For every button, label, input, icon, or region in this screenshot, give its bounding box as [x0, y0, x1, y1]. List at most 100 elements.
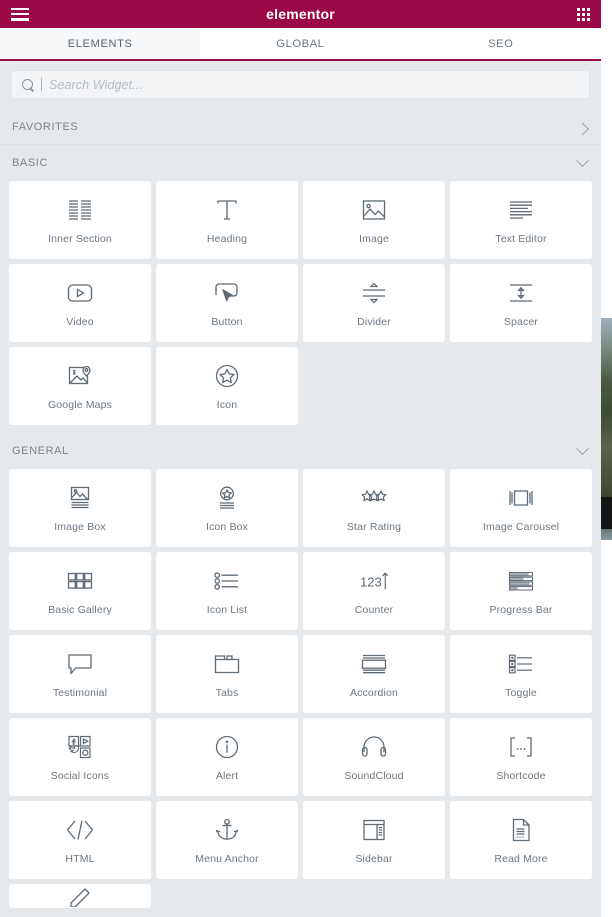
search-input[interactable]: Search Widget... — [11, 70, 590, 99]
widget-card[interactable]: Progress Bar — [450, 552, 592, 630]
section-label-general: GENERAL — [12, 445, 69, 457]
section-header-favorites[interactable]: FAVORITES — [0, 109, 601, 145]
tabs-icon — [212, 650, 242, 678]
accordion-icon — [359, 650, 389, 678]
widget-label: Icon Box — [205, 520, 249, 533]
section-label-basic: BASIC — [12, 157, 49, 169]
widget-label: Image — [359, 232, 389, 245]
widget-label: Star Rating — [346, 520, 402, 533]
page-title: elementor — [266, 6, 335, 22]
widget-label: Inner Section — [48, 232, 112, 245]
widget-card[interactable]: Spacer — [450, 264, 592, 342]
widget-card[interactable]: Social Icons — [9, 718, 151, 796]
read-more-icon — [506, 816, 536, 844]
widget-card[interactable]: Menu Anchor — [156, 801, 298, 879]
widget-label: Google Maps — [47, 398, 113, 411]
widget-card[interactable]: Divider — [303, 264, 445, 342]
apps-grid-icon[interactable] — [577, 7, 590, 21]
widget-card[interactable]: Image Box — [9, 469, 151, 547]
divider-icon — [359, 279, 389, 307]
text-caret — [41, 78, 42, 91]
widget-card[interactable]: Image — [303, 181, 445, 259]
widget-card[interactable]: Google Maps — [9, 347, 151, 425]
widget-card[interactable]: Basic Gallery — [9, 552, 151, 630]
panel-tabs: ELEMENTS GLOBAL SEO — [0, 28, 601, 61]
widget-label: Shortcode — [496, 769, 546, 782]
partial-widget-icon — [65, 884, 95, 908]
widget-label: Accordion — [349, 686, 399, 699]
widget-card[interactable]: Icon — [156, 347, 298, 425]
widget-label: Progress Bar — [489, 603, 553, 616]
widget-label: Testimonial — [52, 686, 108, 699]
widget-card[interactable]: Image Carousel — [450, 469, 592, 547]
heading-icon — [212, 196, 242, 224]
widget-card[interactable]: Video — [9, 264, 151, 342]
tab-seo-label: SEO — [488, 37, 514, 50]
widget-label: Read More — [494, 852, 548, 865]
widget-card[interactable]: Inner Section — [9, 181, 151, 259]
spacer-icon — [506, 279, 536, 307]
widget-card[interactable]: Read More — [450, 801, 592, 879]
panel-scrollbar[interactable] — [608, 63, 612, 917]
widget-card[interactable]: Tabs — [156, 635, 298, 713]
google-maps-icon — [65, 362, 95, 390]
section-header-general[interactable]: GENERAL — [0, 433, 601, 469]
widget-card[interactable]: Shortcode — [450, 718, 592, 796]
widget-card[interactable]: Alert — [156, 718, 298, 796]
image-carousel-icon — [506, 484, 536, 512]
chevron-down-icon — [576, 153, 589, 167]
search-icon — [22, 78, 34, 91]
image-box-icon — [65, 484, 95, 512]
shortcode-icon — [506, 733, 536, 761]
widget-card[interactable]: Toggle — [450, 635, 592, 713]
button-icon — [212, 279, 242, 307]
widget-label: Sidebar — [355, 852, 393, 865]
widget-label: Toggle — [505, 686, 537, 699]
widget-label: Divider — [357, 315, 391, 328]
elementor-widget-panel: elementor ELEMENTS GLOBAL SEO Search Wid… — [0, 0, 601, 917]
widget-card[interactable]: Star Rating — [303, 469, 445, 547]
inner-section-icon — [65, 196, 95, 224]
widget-grid-general: Image Box Icon Box Star Rating Image Car… — [0, 469, 601, 916]
widget-label: Counter — [354, 603, 394, 616]
widget-card[interactable]: Button — [156, 264, 298, 342]
tab-elements-label: ELEMENTS — [67, 37, 133, 50]
widget-card[interactable]: Accordion — [303, 635, 445, 713]
tab-seo[interactable]: SEO — [400, 28, 601, 59]
widget-card[interactable]: Sidebar — [303, 801, 445, 879]
widget-label: Icon — [216, 398, 238, 411]
widget-card[interactable]: SoundCloud — [303, 718, 445, 796]
panel-scroll-area[interactable]: Search Widget... FAVORITES BASIC Inner S… — [0, 61, 601, 917]
alert-icon — [212, 733, 242, 761]
chevron-down-icon — [576, 441, 589, 455]
widget-label: Image Carousel — [482, 520, 560, 533]
widget-label: HTML — [65, 852, 95, 865]
widget-label: SoundCloud — [344, 769, 404, 782]
widget-label: Video — [66, 315, 94, 328]
section-header-basic[interactable]: BASIC — [0, 145, 601, 181]
widget-label: Icon List — [206, 603, 248, 616]
widget-card[interactable]: Icon Box — [156, 469, 298, 547]
chevron-right-icon — [576, 122, 589, 135]
progress-bar-icon — [506, 567, 536, 595]
section-label-favorites: FAVORITES — [12, 121, 79, 133]
tab-global[interactable]: GLOBAL — [200, 28, 401, 59]
image-icon — [359, 196, 389, 224]
grid-filler — [303, 347, 445, 425]
svg-text:123: 123 — [360, 574, 382, 589]
star-rating-icon — [359, 484, 389, 512]
widget-card[interactable]: HTML — [9, 801, 151, 879]
tab-elements[interactable]: ELEMENTS — [0, 28, 201, 61]
menu-anchor-icon — [212, 816, 242, 844]
widget-card[interactable]: Heading — [156, 181, 298, 259]
widget-card[interactable]: Text Editor — [450, 181, 592, 259]
testimonial-icon — [65, 650, 95, 678]
hamburger-icon[interactable] — [11, 7, 29, 21]
text-editor-icon — [506, 196, 536, 224]
widget-card[interactable]: Icon List — [156, 552, 298, 630]
widget-card[interactable]: 123 Counter — [303, 552, 445, 630]
icon-list-icon — [212, 567, 242, 595]
widget-label: Image Box — [54, 520, 106, 533]
widget-card[interactable]: Testimonial — [9, 635, 151, 713]
widget-card[interactable] — [9, 884, 151, 908]
